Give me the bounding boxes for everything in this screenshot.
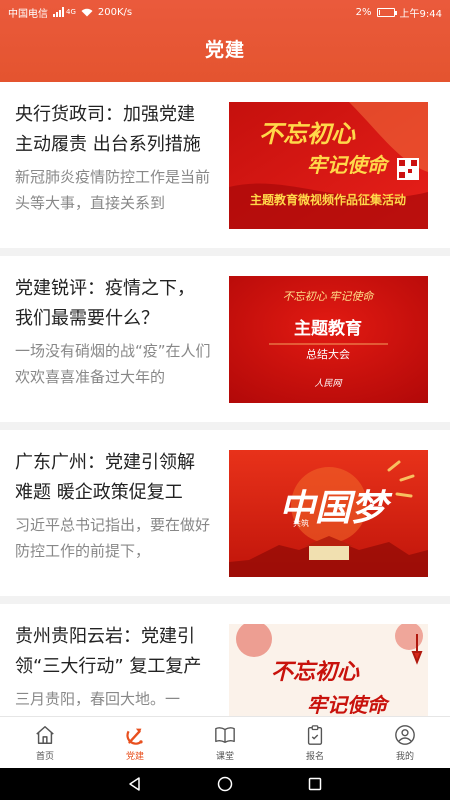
clipboard-icon bbox=[307, 724, 323, 745]
article-summary: 一场没有硝烟的战“疫”在人们欢欢喜喜准备过大年的 bbox=[15, 342, 211, 386]
tab-label: 报名 bbox=[305, 751, 324, 762]
article-thumbnail[interactable]: 中国梦 共筑 bbox=[229, 450, 428, 577]
article-summary: 三月贵阳，春回大地。一 bbox=[15, 690, 181, 708]
tab-label: 课堂 bbox=[215, 751, 234, 762]
home-circle-icon[interactable] bbox=[217, 776, 233, 792]
tab-mine[interactable]: 我的 bbox=[360, 717, 450, 768]
party-emblem-icon bbox=[126, 728, 143, 745]
battery-percent: 2% bbox=[355, 6, 372, 18]
article-card[interactable]: 广东广州：党建引领解难题 暖企政策促复工 习近平总书记指出，要在做好防控工作的前… bbox=[0, 430, 450, 596]
app-header: 中国电信 4G 200K/s 2% 上午9:44 党建 bbox=[0, 0, 450, 82]
wifi-icon bbox=[81, 8, 93, 16]
home-icon bbox=[36, 725, 54, 744]
article-card[interactable]: 党建锐评：疫情之下，我们最需要什么？ 一场没有硝烟的战“疫”在人们欢欢喜喜准备过… bbox=[0, 256, 450, 422]
net-speed: 200K/s bbox=[97, 6, 133, 18]
tab-signup[interactable]: 报名 bbox=[270, 717, 360, 768]
thumb-slogan-1: 不忘初心 牢记使命 bbox=[283, 290, 376, 303]
carrier-label: 中国电信 bbox=[8, 8, 48, 20]
battery-icon bbox=[376, 7, 397, 17]
tab-home[interactable]: 首页 bbox=[0, 717, 90, 768]
thumb-slogan-1: 不忘初心 bbox=[271, 659, 360, 684]
clock: 上午9:44 bbox=[399, 8, 442, 20]
tab-party[interactable]: 党建 bbox=[90, 717, 180, 768]
article-thumbnail[interactable]: 不忘初心 牢记使命 bbox=[229, 624, 428, 716]
article-list[interactable]: 央行货政司：加强党建主动履责 出台系列措施 新冠肺炎疫情防控工作是当前头等大事，… bbox=[0, 82, 450, 716]
article-thumbnail[interactable]: 不忘初心 牢记使命 主题教育微视频作品征集活动 bbox=[229, 102, 428, 229]
book-icon bbox=[215, 726, 235, 743]
article-card[interactable]: 贵州贵阳云岩：党建引领“三大行动” 复工复产 三月贵阳，春回大地。一 不忘初心 … bbox=[0, 604, 450, 716]
article-summary: 新冠肺炎疫情防控工作是当前头等大事，直接关系到 bbox=[15, 168, 211, 212]
article-title: 广东广州：党建引领解难题 暖企政策促复工 bbox=[15, 452, 195, 503]
system-nav-bar bbox=[0, 768, 450, 800]
bottom-tab-bar: 首页 党建 课堂 报名 我的 bbox=[0, 716, 450, 768]
thumb-slogan-2: 共筑 bbox=[293, 518, 309, 528]
thumb-slogan-2: 主题教育 bbox=[294, 318, 362, 339]
network-type: 4G bbox=[66, 8, 76, 16]
recents-icon[interactable] bbox=[307, 776, 323, 792]
page-title: 党建 bbox=[204, 39, 245, 61]
article-card[interactable]: 央行货政司：加强党建主动履责 出台系列措施 新冠肺炎疫情防控工作是当前头等大事，… bbox=[0, 82, 450, 248]
article-title: 贵州贵阳云岩：党建引领“三大行动” 复工复产 bbox=[15, 626, 202, 677]
tab-label: 党建 bbox=[125, 751, 144, 762]
thumb-slogan-2: 牢记使命 bbox=[307, 694, 390, 716]
article-title: 央行货政司：加强党建主动履责 出台系列措施 bbox=[15, 104, 201, 155]
back-icon[interactable] bbox=[127, 776, 143, 792]
tab-label: 我的 bbox=[395, 751, 414, 762]
signal-icon bbox=[53, 7, 64, 17]
user-icon bbox=[395, 724, 415, 745]
tab-classroom[interactable]: 课堂 bbox=[180, 717, 270, 768]
thumb-slogan-2: 牢记使命 bbox=[307, 154, 390, 177]
people-daily-logo: 人民网 bbox=[314, 378, 342, 388]
article-thumbnail[interactable]: 不忘初心 牢记使命 主题教育 总结大会 人民网 bbox=[229, 276, 428, 403]
tab-label: 首页 bbox=[35, 751, 54, 762]
article-title: 党建锐评：疫情之下，我们最需要什么？ bbox=[15, 278, 195, 329]
article-summary: 习近平总书记指出，要在做好防控工作的前提下， bbox=[15, 516, 211, 560]
status-bar: 中国电信 4G 200K/s 2% 上午9:44 bbox=[0, 0, 450, 24]
thumb-caption: 主题教育微视频作品征集活动 bbox=[250, 192, 406, 207]
thumb-slogan-1: 不忘初心 bbox=[259, 121, 356, 148]
thumb-caption: 总结大会 bbox=[306, 347, 350, 361]
